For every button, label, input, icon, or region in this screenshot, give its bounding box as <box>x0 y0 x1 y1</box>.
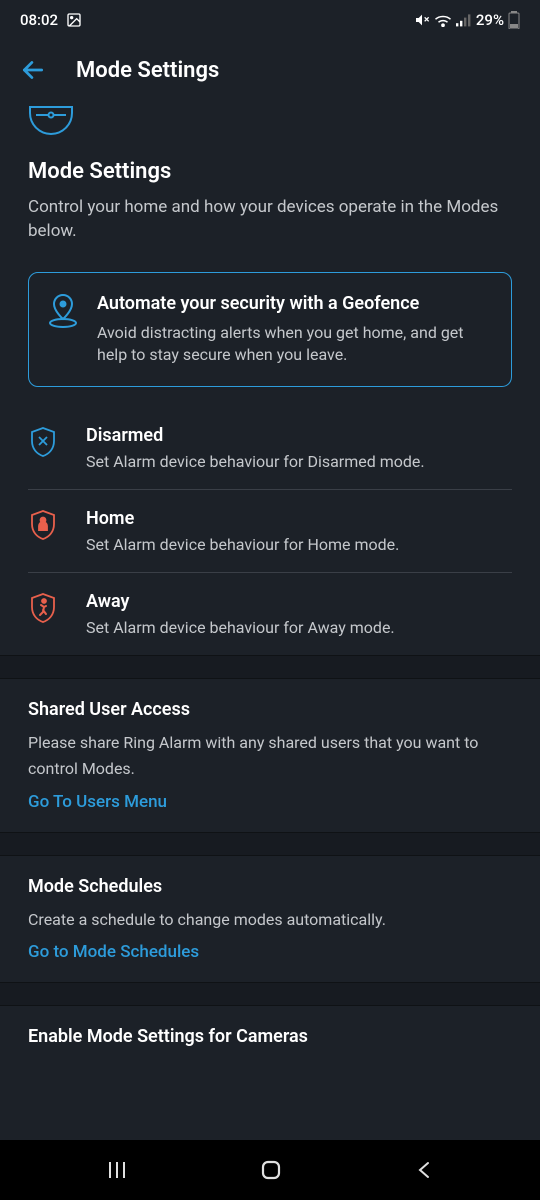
schedules-desc: Create a schedule to change modes automa… <box>28 907 512 933</box>
schedules-link[interactable]: Go to Mode Schedules <box>28 942 512 962</box>
mode-item-disarmed[interactable]: Disarmed Set Alarm device behaviour for … <box>28 407 512 489</box>
recents-button[interactable] <box>106 1159 128 1181</box>
app-logo-icon <box>0 105 540 139</box>
shared-user-desc: Please share Ring Alarm with any shared … <box>28 730 512 781</box>
status-right: 29% <box>414 11 520 29</box>
page-title: Mode Settings <box>28 159 512 184</box>
android-nav-bar <box>0 1140 540 1200</box>
mute-icon <box>414 12 430 28</box>
signal-icon <box>456 13 472 27</box>
section-divider <box>0 832 540 856</box>
geofence-title: Automate your security with a Geofence <box>97 293 493 314</box>
status-time: 08:02 <box>20 11 82 29</box>
mode-item-away[interactable]: Away Set Alarm device behaviour for Away… <box>28 572 512 655</box>
shield-x-icon <box>28 427 58 457</box>
shield-running-icon <box>28 593 58 623</box>
image-icon <box>66 12 82 28</box>
schedules-section: Mode Schedules Create a schedule to chan… <box>28 856 512 983</box>
geofence-card[interactable]: Automate your security with a Geofence A… <box>28 272 512 388</box>
back-button[interactable] <box>20 57 46 83</box>
page-subtitle: Control your home and how your devices o… <box>28 196 512 244</box>
mode-desc: Set Alarm device behaviour for Away mode… <box>86 618 512 637</box>
wifi-icon <box>434 13 452 27</box>
section-divider <box>0 982 540 1006</box>
shared-user-section: Shared User Access Please share Ring Ala… <box>28 679 512 831</box>
shield-person-icon <box>28 510 58 540</box>
mode-desc: Set Alarm device behaviour for Disarmed … <box>86 452 512 471</box>
shared-user-title: Shared User Access <box>28 699 512 720</box>
users-menu-link[interactable]: Go To Users Menu <box>28 792 512 812</box>
app-header: Mode Settings <box>0 40 540 100</box>
home-button[interactable] <box>259 1158 283 1182</box>
back-nav-button[interactable] <box>414 1159 434 1181</box>
location-pin-icon <box>47 293 79 367</box>
geofence-desc: Avoid distracting alerts when you get ho… <box>97 322 493 367</box>
status-bar: 08:02 29% <box>0 0 540 40</box>
mode-title: Away <box>86 591 512 612</box>
cameras-title: Enable Mode Settings for Cameras <box>28 1026 512 1047</box>
schedules-title: Mode Schedules <box>28 876 512 897</box>
mode-list: Disarmed Set Alarm device behaviour for … <box>28 407 512 655</box>
mode-title: Home <box>86 508 512 529</box>
cameras-section[interactable]: Enable Mode Settings for Cameras <box>28 1006 512 1077</box>
mode-desc: Set Alarm device behaviour for Home mode… <box>86 535 512 554</box>
mode-item-home[interactable]: Home Set Alarm device behaviour for Home… <box>28 489 512 572</box>
battery-icon <box>508 11 520 29</box>
header-title: Mode Settings <box>76 58 219 83</box>
battery-percent: 29% <box>476 11 504 29</box>
section-divider <box>0 655 540 679</box>
mode-title: Disarmed <box>86 425 512 446</box>
